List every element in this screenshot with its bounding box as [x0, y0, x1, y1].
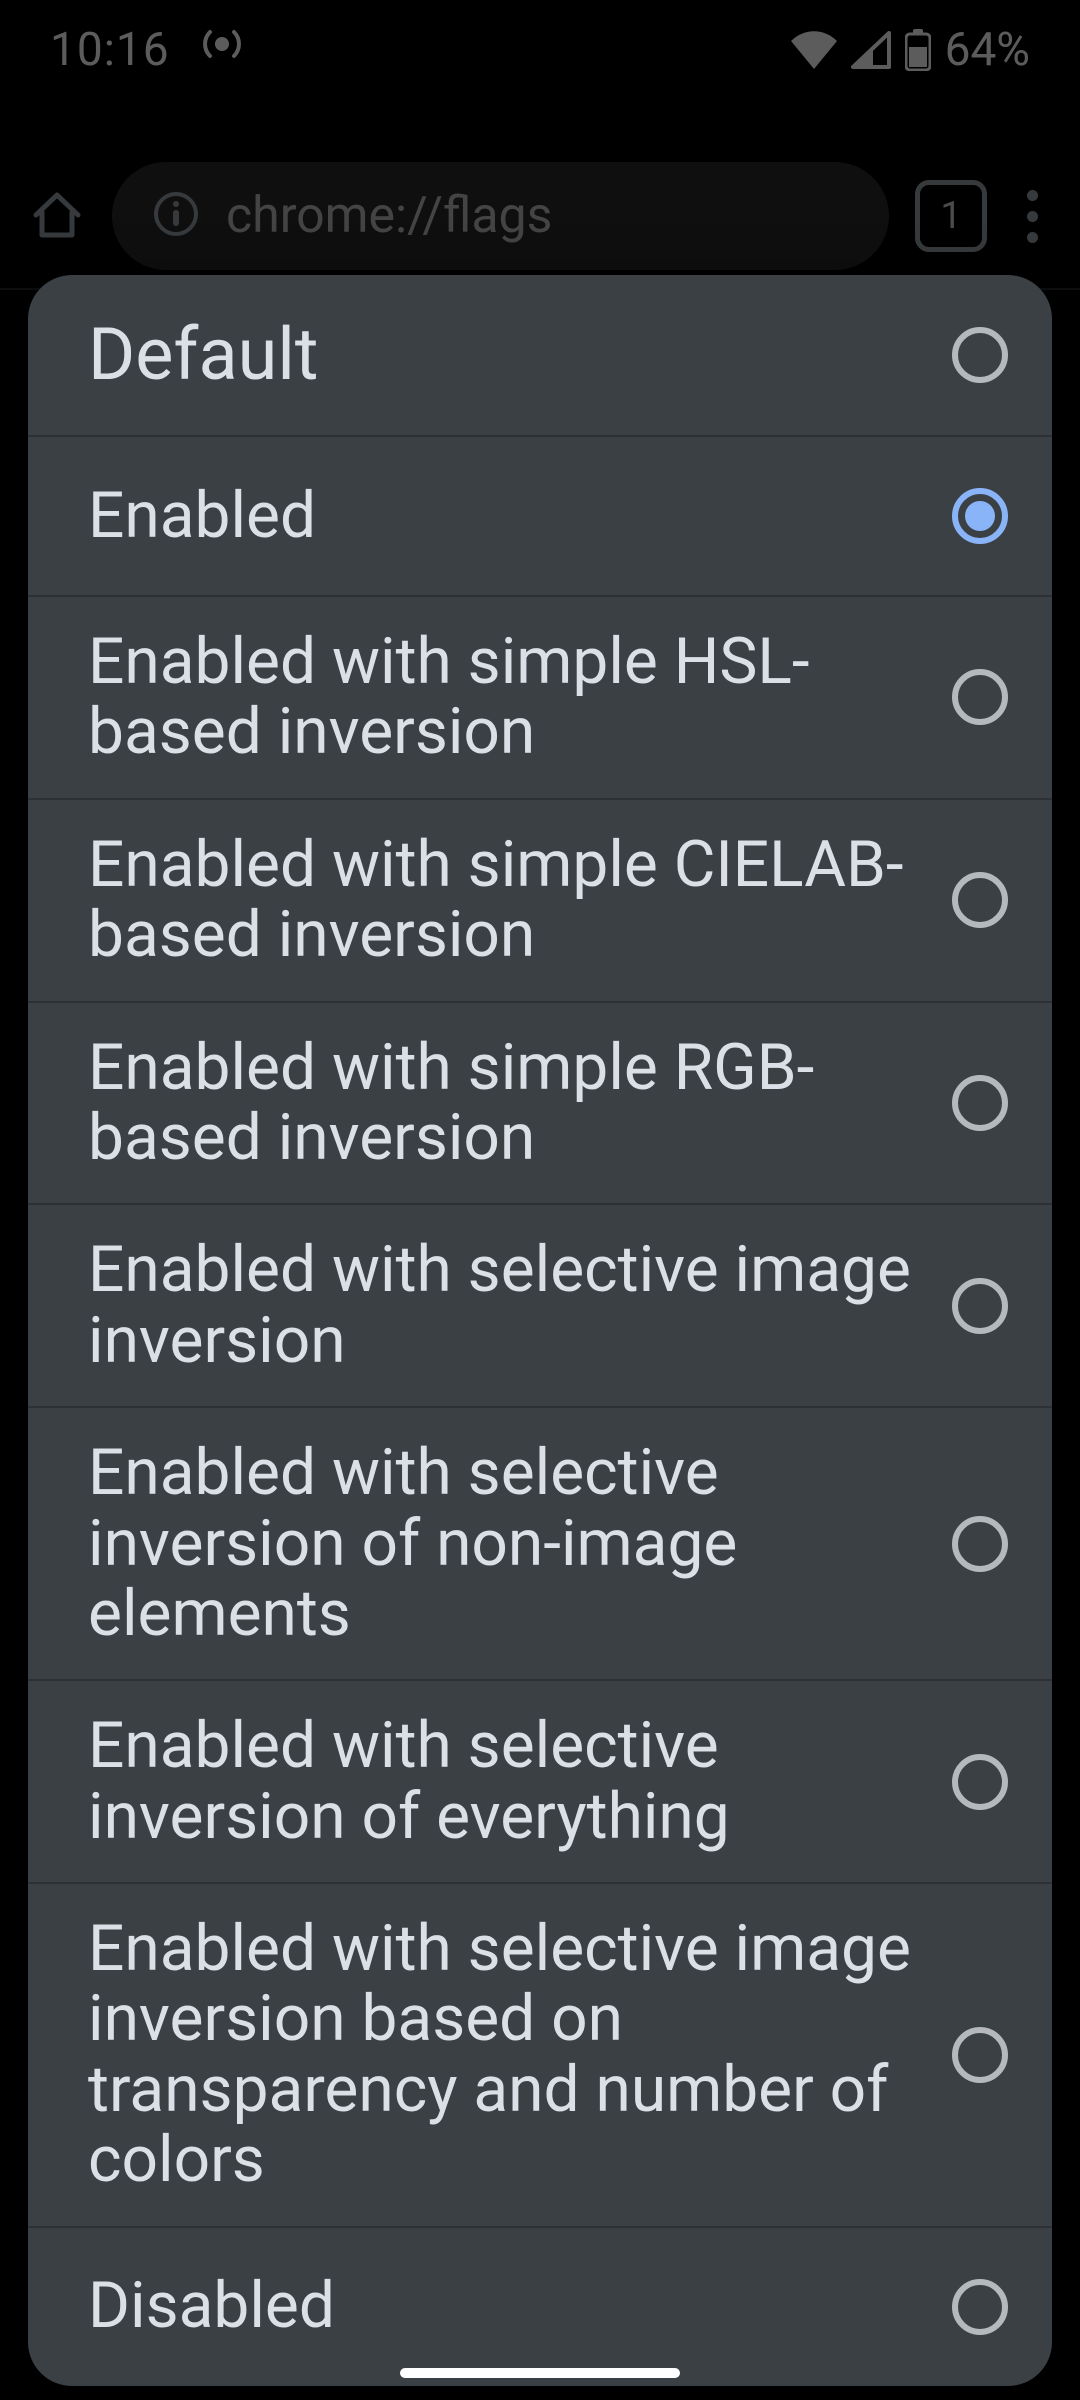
gesture-nav-bar: [400, 2368, 680, 2378]
option-label: Enabled with selective inversion of non-…: [88, 1438, 922, 1649]
option-row[interactable]: Enabled with selective inversion of non-…: [28, 1406, 1052, 1679]
option-label: Enabled with selective image inversion b…: [88, 1914, 922, 2196]
option-row[interactable]: Enabled with selective image inversion b…: [28, 1882, 1052, 2226]
option-label: Disabled: [88, 2271, 345, 2341]
radio-icon[interactable]: [952, 1754, 1008, 1810]
option-label: Enabled: [88, 481, 326, 551]
radio-icon[interactable]: [952, 327, 1008, 383]
radio-icon[interactable]: [952, 872, 1008, 928]
radio-icon[interactable]: [952, 2027, 1008, 2083]
option-label: Enabled with simple HSL-based inversion: [88, 627, 922, 768]
option-label: Default: [88, 315, 328, 394]
option-row[interactable]: Enabled with selective image inversion: [28, 1203, 1052, 1406]
option-row[interactable]: Disabled: [28, 2226, 1052, 2386]
option-label: Enabled with selective image inversion: [88, 1235, 922, 1376]
option-row[interactable]: Enabled with selective inversion of ever…: [28, 1679, 1052, 1882]
radio-icon[interactable]: [952, 2279, 1008, 2335]
option-row[interactable]: Enabled: [28, 435, 1052, 595]
radio-icon[interactable]: [952, 488, 1008, 544]
radio-icon[interactable]: [952, 1075, 1008, 1131]
option-row[interactable]: Default: [28, 275, 1052, 435]
radio-icon[interactable]: [952, 669, 1008, 725]
option-row[interactable]: Enabled with simple RGB-based inversion: [28, 1001, 1052, 1204]
option-row[interactable]: Enabled with simple HSL-based inversion: [28, 595, 1052, 798]
flag-options-popup: Default Enabled Enabled with simple HSL-ba…: [28, 275, 1052, 2386]
option-label: Enabled with simple CIELAB-based inversi…: [88, 830, 922, 971]
radio-icon[interactable]: [952, 1516, 1008, 1572]
option-row[interactable]: Enabled with simple CIELAB-based inversi…: [28, 798, 1052, 1001]
radio-icon[interactable]: [952, 1278, 1008, 1334]
option-label: Enabled with selective inversion of ever…: [88, 1711, 922, 1852]
option-label: Enabled with simple RGB-based inversion: [88, 1033, 922, 1174]
